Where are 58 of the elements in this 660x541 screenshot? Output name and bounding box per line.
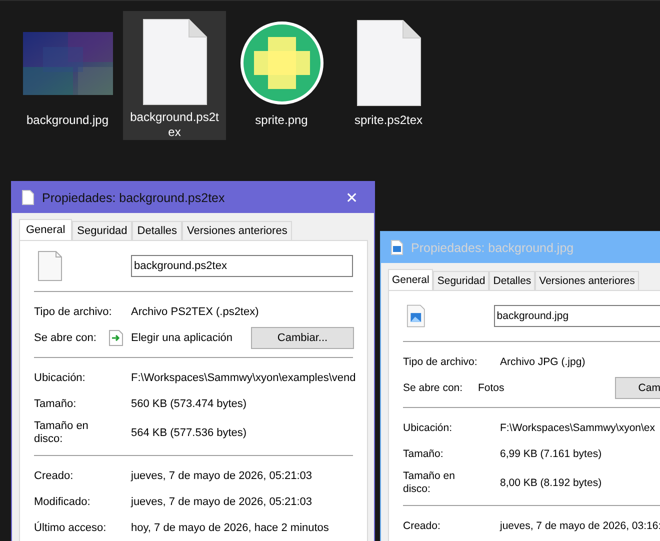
tab[interactable]: Seguridad xyxy=(72,221,132,240)
file-item[interactable]: background.jpg xyxy=(16,11,119,140)
file-item[interactable]: sprite.png xyxy=(230,11,333,140)
property-label: Tamaño: xyxy=(34,398,78,410)
change-button[interactable]: Cam xyxy=(615,377,660,399)
property-value: F:\Workspaces\Sammwy\xyon\ex xyxy=(500,422,656,434)
tab[interactable]: General xyxy=(19,219,72,240)
property-label: Tipo de archivo: xyxy=(34,306,113,318)
tab[interactable]: General xyxy=(388,269,434,290)
tab[interactable]: Seguridad xyxy=(433,271,490,290)
tab[interactable]: Detalles xyxy=(489,271,536,290)
property-value: 8,00 KB (8.192 bytes) xyxy=(500,477,602,489)
property-label: Ubicación: xyxy=(403,422,454,434)
file-name-field[interactable]: background.ps2tex xyxy=(131,255,353,277)
property-value: hoy, 7 de mayo de 2026, hace 2 minutos xyxy=(131,522,329,534)
property-value: 6,99 KB (7.161 bytes) xyxy=(500,448,602,460)
property-label: Tipo de archivo: xyxy=(403,356,478,368)
property-label: Creado: xyxy=(34,470,74,482)
file-item[interactable]: sprite.ps2tex xyxy=(337,11,440,140)
document-icon xyxy=(356,20,420,106)
property-label: Tamaño en disco: xyxy=(403,470,456,496)
property-value: jueves, 7 de mayo de 2026, 03:16: xyxy=(500,520,660,532)
property-value: F:\Workspaces\Sammwy\xyon\examples\vend xyxy=(131,372,356,384)
property-label: Creado: xyxy=(403,520,442,532)
file-name: background.jpg xyxy=(26,113,109,128)
property-value: Fotos xyxy=(478,382,504,394)
property-label: Se abre con: xyxy=(34,332,98,344)
app-icon xyxy=(109,330,123,346)
file-name: sprite.png xyxy=(255,113,308,128)
document-icon xyxy=(22,190,34,205)
property-value: Archivo PS2TEX (.ps2tex) xyxy=(131,306,259,318)
window-title: Propiedades: background.jpg xyxy=(411,240,574,254)
property-value: 560 KB (573.474 bytes) xyxy=(131,398,247,410)
property-label: Último acceso: xyxy=(34,522,108,534)
property-value: jueves, 7 de mayo de 2026, 05:21:03 xyxy=(131,496,312,508)
property-label: Tamaño en disco: xyxy=(34,420,90,446)
property-label: Ubicación: xyxy=(34,372,86,384)
property-value: Elegir una aplicación xyxy=(131,332,233,344)
property-value: jueves, 7 de mayo de 2026, 05:21:03 xyxy=(131,470,312,482)
file-name: sprite.ps2tex xyxy=(354,113,423,128)
property-value: Archivo JPG (.jpg) xyxy=(500,356,586,368)
tab[interactable]: Detalles xyxy=(132,221,182,240)
property-label: Tamaño: xyxy=(403,448,444,460)
window-title: Propiedades: background.ps2tex xyxy=(42,190,225,204)
document-icon xyxy=(38,251,62,281)
file-item[interactable]: background.ps2t ex xyxy=(123,11,226,140)
change-button[interactable]: Cambiar... xyxy=(251,327,354,349)
document-icon xyxy=(142,18,206,104)
property-value: 564 KB (577.536 bytes) xyxy=(131,427,247,439)
circle-cross-icon xyxy=(240,21,324,105)
property-label: Se abre con: xyxy=(403,382,464,394)
property-label: Modificado: xyxy=(34,496,92,508)
close-button[interactable]: ✕ xyxy=(330,182,374,213)
tab[interactable]: Versiones anteriores xyxy=(535,271,639,290)
tab[interactable]: Versiones anteriores xyxy=(182,221,292,240)
image-file-icon xyxy=(391,240,403,255)
file-name: background.ps2t ex xyxy=(130,110,219,140)
file-name-field[interactable]: background.jpg xyxy=(494,305,660,327)
